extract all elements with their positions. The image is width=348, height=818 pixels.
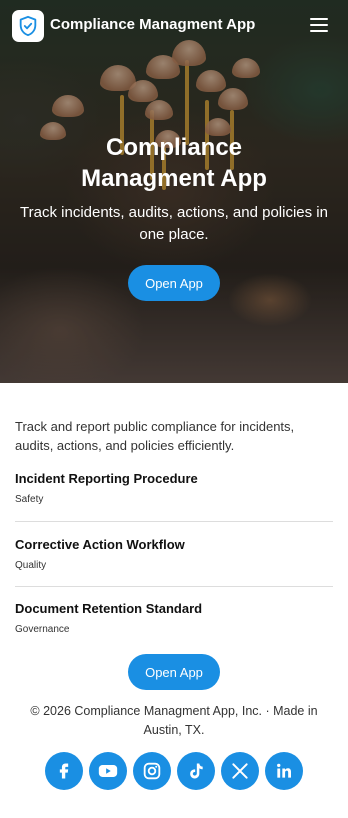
intro-text: Track and report public compliance for i…: [15, 419, 295, 453]
app-name[interactable]: Compliance Managment App: [50, 16, 255, 33]
list-item[interactable]: Document Retention Standard Governance: [15, 601, 333, 635]
item-category: Quality: [15, 560, 47, 571]
app-logo[interactable]: [12, 10, 44, 42]
item-category: Governance: [15, 624, 70, 635]
footer-open-app-button[interactable]: Open App: [128, 654, 220, 690]
item-title: Corrective Action Workflow: [15, 537, 185, 552]
instagram-icon[interactable]: [133, 752, 171, 790]
social-links: [0, 752, 348, 790]
item-title: Incident Reporting Procedure: [15, 471, 198, 486]
hamburger-menu-icon[interactable]: [308, 16, 330, 34]
youtube-icon[interactable]: [89, 752, 127, 790]
tiktok-icon[interactable]: [177, 752, 215, 790]
divider: [15, 586, 333, 587]
top-bar: Compliance Managment App: [0, 0, 348, 52]
linkedin-icon[interactable]: [265, 752, 303, 790]
list-item[interactable]: Incident Reporting Procedure Safety: [15, 471, 333, 505]
hero-subtitle: Track incidents, audits, actions, and po…: [20, 204, 328, 243]
copyright-text: © 2026 Compliance Managment App, Inc. · …: [30, 704, 318, 737]
hero-title: Compliance Managment App: [81, 134, 267, 192]
divider: [15, 521, 333, 522]
shield-check-icon: [19, 15, 37, 37]
x-icon[interactable]: [221, 752, 259, 790]
facebook-icon[interactable]: [45, 752, 83, 790]
hero-open-app-button[interactable]: Open App: [128, 265, 220, 301]
item-category: Safety: [15, 494, 44, 505]
item-title: Document Retention Standard: [15, 601, 203, 616]
list-item[interactable]: Corrective Action Workflow Quality: [15, 537, 333, 571]
hero-section: Compliance Managment App Compliance Mana…: [0, 0, 348, 383]
